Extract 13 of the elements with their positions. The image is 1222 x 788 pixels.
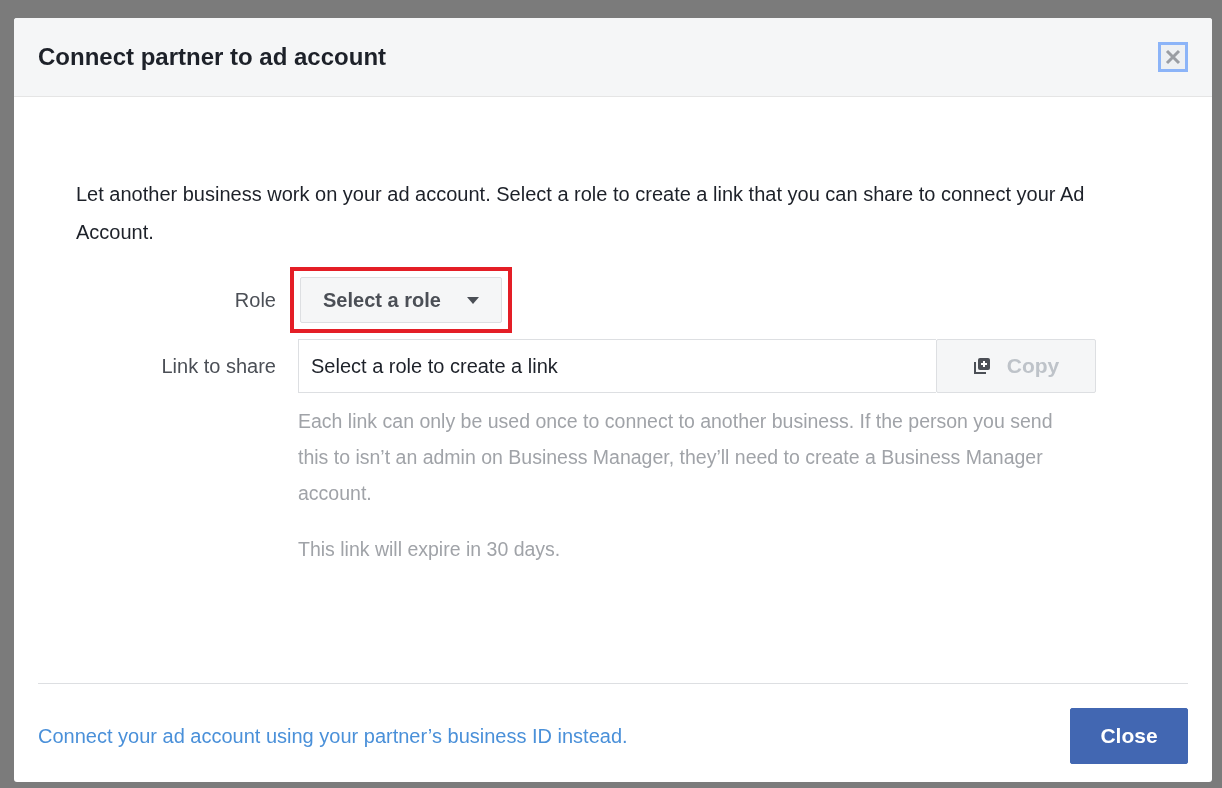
close-button[interactable]: Close — [1070, 708, 1188, 764]
caret-icon — [466, 296, 479, 304]
copy-icon — [972, 357, 991, 375]
role-dropdown[interactable]: Select a role — [300, 277, 502, 323]
business-id-link[interactable]: Connect your ad account using your partner’s business ID instead. — [38, 724, 628, 748]
link-field[interactable]: Select a role to create a link — [298, 339, 936, 393]
close-icon[interactable] — [1158, 42, 1188, 72]
intro-text: Let another business work on your ad account. Select a role to create a link that you can share to connect your Ad Account. — [76, 182, 1086, 245]
role-label: Role — [233, 288, 277, 312]
link-label: Link to share — [160, 354, 277, 378]
note-text: This link will expire in 30 days. — [298, 537, 562, 562]
note-text: Each link can only be used once to connect to another business. If the person you send this to isn’t an admin on Business Manager, they’ll need to create a Business Manager account. — [298, 409, 1054, 506]
dialog-title: Connect partner to ad account — [38, 43, 387, 71]
